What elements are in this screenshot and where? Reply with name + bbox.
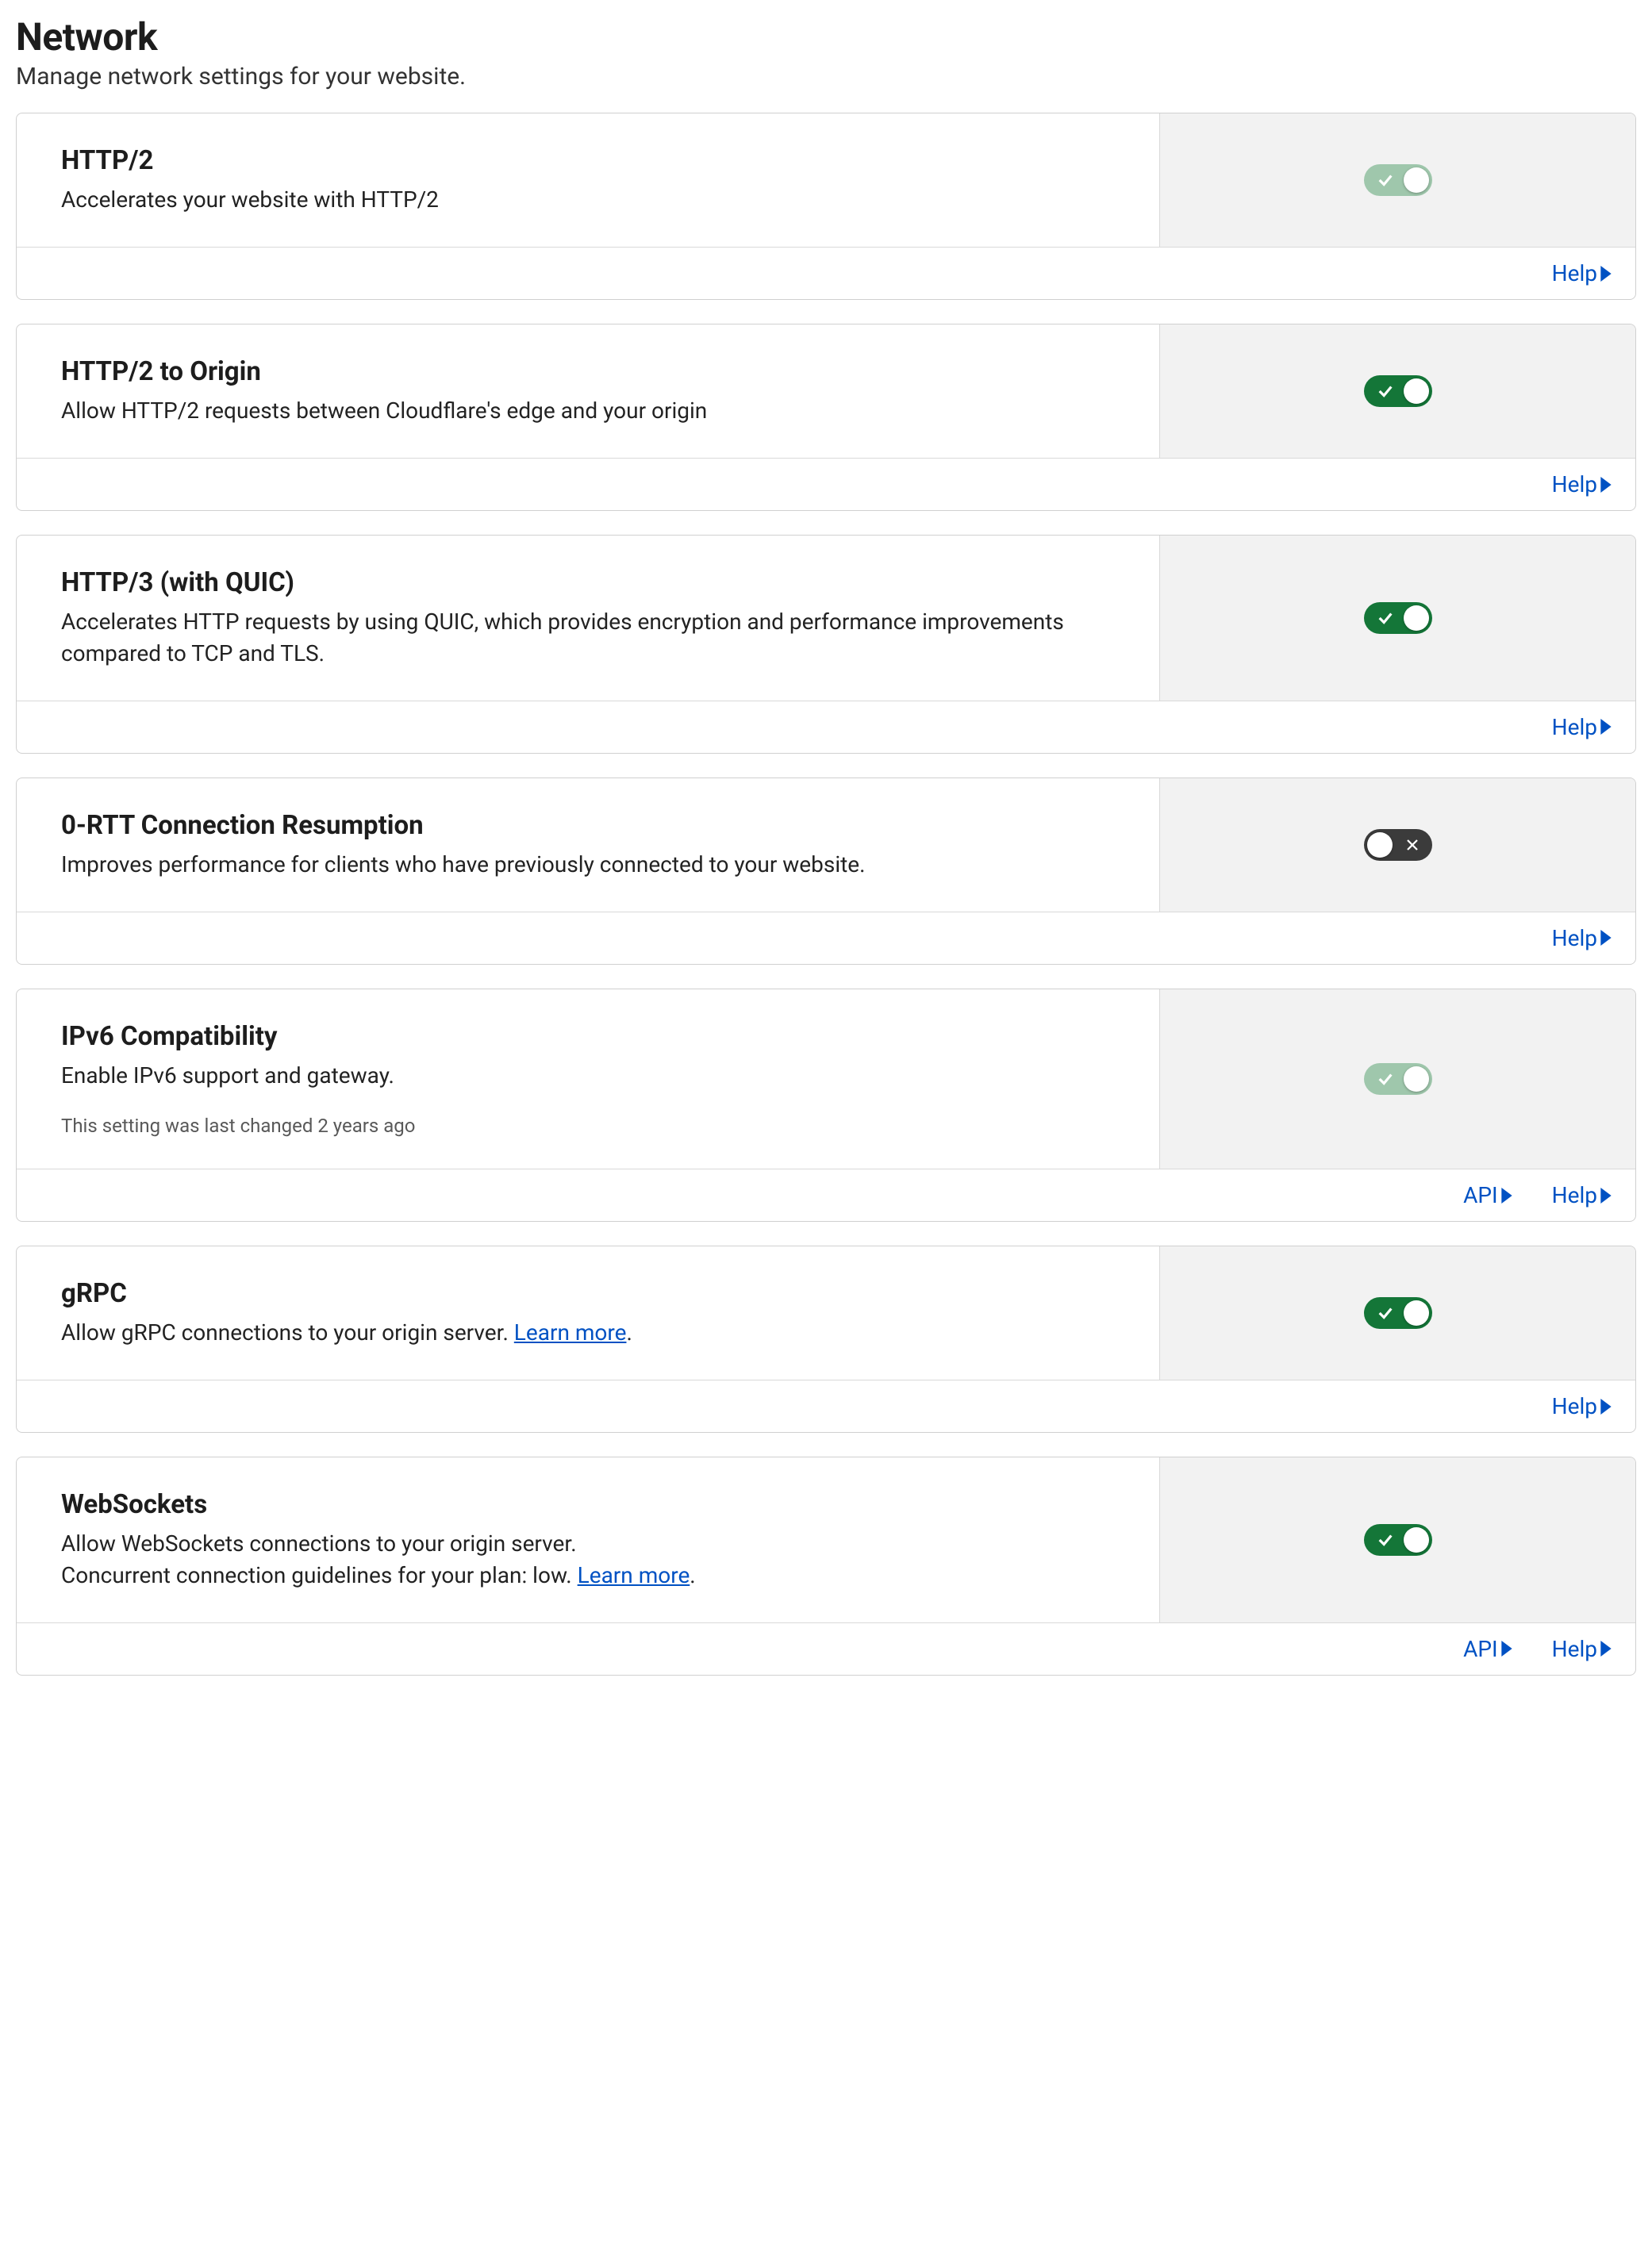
toggle-knob <box>1404 1527 1429 1553</box>
api-label: API <box>1463 1182 1498 1208</box>
setting-desc: Improves performance for clients who hav… <box>61 849 1115 880</box>
learn-more-link[interactable]: Learn more <box>578 1562 690 1588</box>
api-link[interactable]: API <box>1463 1182 1512 1208</box>
setting-title: IPv6 Compatibility <box>61 1021 1115 1052</box>
help-label: Help <box>1552 925 1597 951</box>
chevron-right-icon <box>1600 930 1612 946</box>
toggle-http3[interactable] <box>1364 602 1432 634</box>
card-grpc: gRPC Allow gRPC connections to your orig… <box>16 1246 1636 1433</box>
help-link[interactable]: Help <box>1552 471 1612 497</box>
setting-title: HTTP/2 to Origin <box>61 356 1115 387</box>
toggle-knob <box>1404 167 1429 193</box>
setting-desc: Allow HTTP/2 requests between Cloudflare… <box>61 395 1115 426</box>
toggle-ipv6 <box>1364 1063 1432 1095</box>
setting-title: 0-RTT Connection Resumption <box>61 810 1115 841</box>
desc-post: . <box>690 1562 695 1588</box>
chevron-right-icon <box>1600 266 1612 282</box>
help-link[interactable]: Help <box>1552 260 1612 286</box>
help-label: Help <box>1552 714 1597 740</box>
chevron-right-icon <box>1501 1188 1512 1204</box>
check-icon <box>1377 171 1394 189</box>
card-http3: HTTP/3 (with QUIC) Accelerates HTTP requ… <box>16 535 1636 753</box>
check-icon <box>1377 1070 1394 1088</box>
chevron-right-icon <box>1600 1641 1612 1657</box>
chevron-right-icon <box>1600 1399 1612 1415</box>
desc-pre: Allow gRPC connections to your origin se… <box>61 1319 514 1346</box>
check-icon <box>1377 382 1394 400</box>
setting-meta: This setting was last changed 2 years ag… <box>61 1115 1115 1137</box>
check-icon <box>1377 609 1394 627</box>
toggle-knob <box>1404 378 1429 404</box>
help-label: Help <box>1552 1182 1597 1208</box>
check-icon <box>1377 1531 1394 1549</box>
help-link[interactable]: Help <box>1552 1636 1612 1662</box>
toggle-knob <box>1404 1300 1429 1326</box>
card-http2-origin: HTTP/2 to Origin Allow HTTP/2 requests b… <box>16 324 1636 511</box>
help-link[interactable]: Help <box>1552 1393 1612 1419</box>
toggle-http2 <box>1364 164 1432 196</box>
card-http2: HTTP/2 Accelerates your website with HTT… <box>16 113 1636 300</box>
toggle-http2-origin[interactable] <box>1364 375 1432 407</box>
help-link[interactable]: Help <box>1552 714 1612 740</box>
chevron-right-icon <box>1600 1188 1612 1204</box>
help-link[interactable]: Help <box>1552 925 1612 951</box>
help-label: Help <box>1552 1393 1597 1419</box>
api-label: API <box>1463 1636 1498 1662</box>
check-icon <box>1377 1304 1394 1322</box>
card-0rtt: 0-RTT Connection Resumption Improves per… <box>16 778 1636 965</box>
desc-post: . <box>626 1319 632 1346</box>
setting-desc: Accelerates your website with HTTP/2 <box>61 184 1115 215</box>
card-ipv6: IPv6 Compatibility Enable IPv6 support a… <box>16 989 1636 1222</box>
toggle-grpc[interactable] <box>1364 1297 1432 1329</box>
x-icon <box>1405 838 1420 852</box>
toggle-0rtt[interactable] <box>1364 829 1432 861</box>
chevron-right-icon <box>1501 1641 1512 1657</box>
desc-pre: Concurrent connection guidelines for you… <box>61 1562 578 1588</box>
setting-desc: Accelerates HTTP requests by using QUIC,… <box>61 606 1115 668</box>
chevron-right-icon <box>1600 477 1612 493</box>
setting-desc: Allow gRPC connections to your origin se… <box>61 1317 1115 1348</box>
toggle-websockets[interactable] <box>1364 1524 1432 1556</box>
toggle-knob <box>1367 832 1393 858</box>
setting-title: gRPC <box>61 1278 1115 1309</box>
learn-more-link[interactable]: Learn more <box>514 1319 627 1346</box>
api-link[interactable]: API <box>1463 1636 1512 1662</box>
help-link[interactable]: Help <box>1552 1182 1612 1208</box>
help-label: Help <box>1552 260 1597 286</box>
toggle-knob <box>1404 1066 1429 1092</box>
toggle-knob <box>1404 605 1429 631</box>
setting-desc-line1: Allow WebSockets connections to your ori… <box>61 1528 1115 1559</box>
chevron-right-icon <box>1600 719 1612 735</box>
help-label: Help <box>1552 1636 1597 1662</box>
setting-desc: Enable IPv6 support and gateway. <box>61 1060 1115 1091</box>
setting-title: HTTP/3 (with QUIC) <box>61 567 1115 598</box>
setting-desc-line2: Concurrent connection guidelines for you… <box>61 1560 1115 1591</box>
page-title: Network <box>16 14 1636 60</box>
setting-title: HTTP/2 <box>61 145 1115 176</box>
card-websockets: WebSockets Allow WebSockets connections … <box>16 1457 1636 1675</box>
help-label: Help <box>1552 471 1597 497</box>
setting-title: WebSockets <box>61 1489 1115 1520</box>
page-subtitle: Manage network settings for your website… <box>16 63 1636 90</box>
